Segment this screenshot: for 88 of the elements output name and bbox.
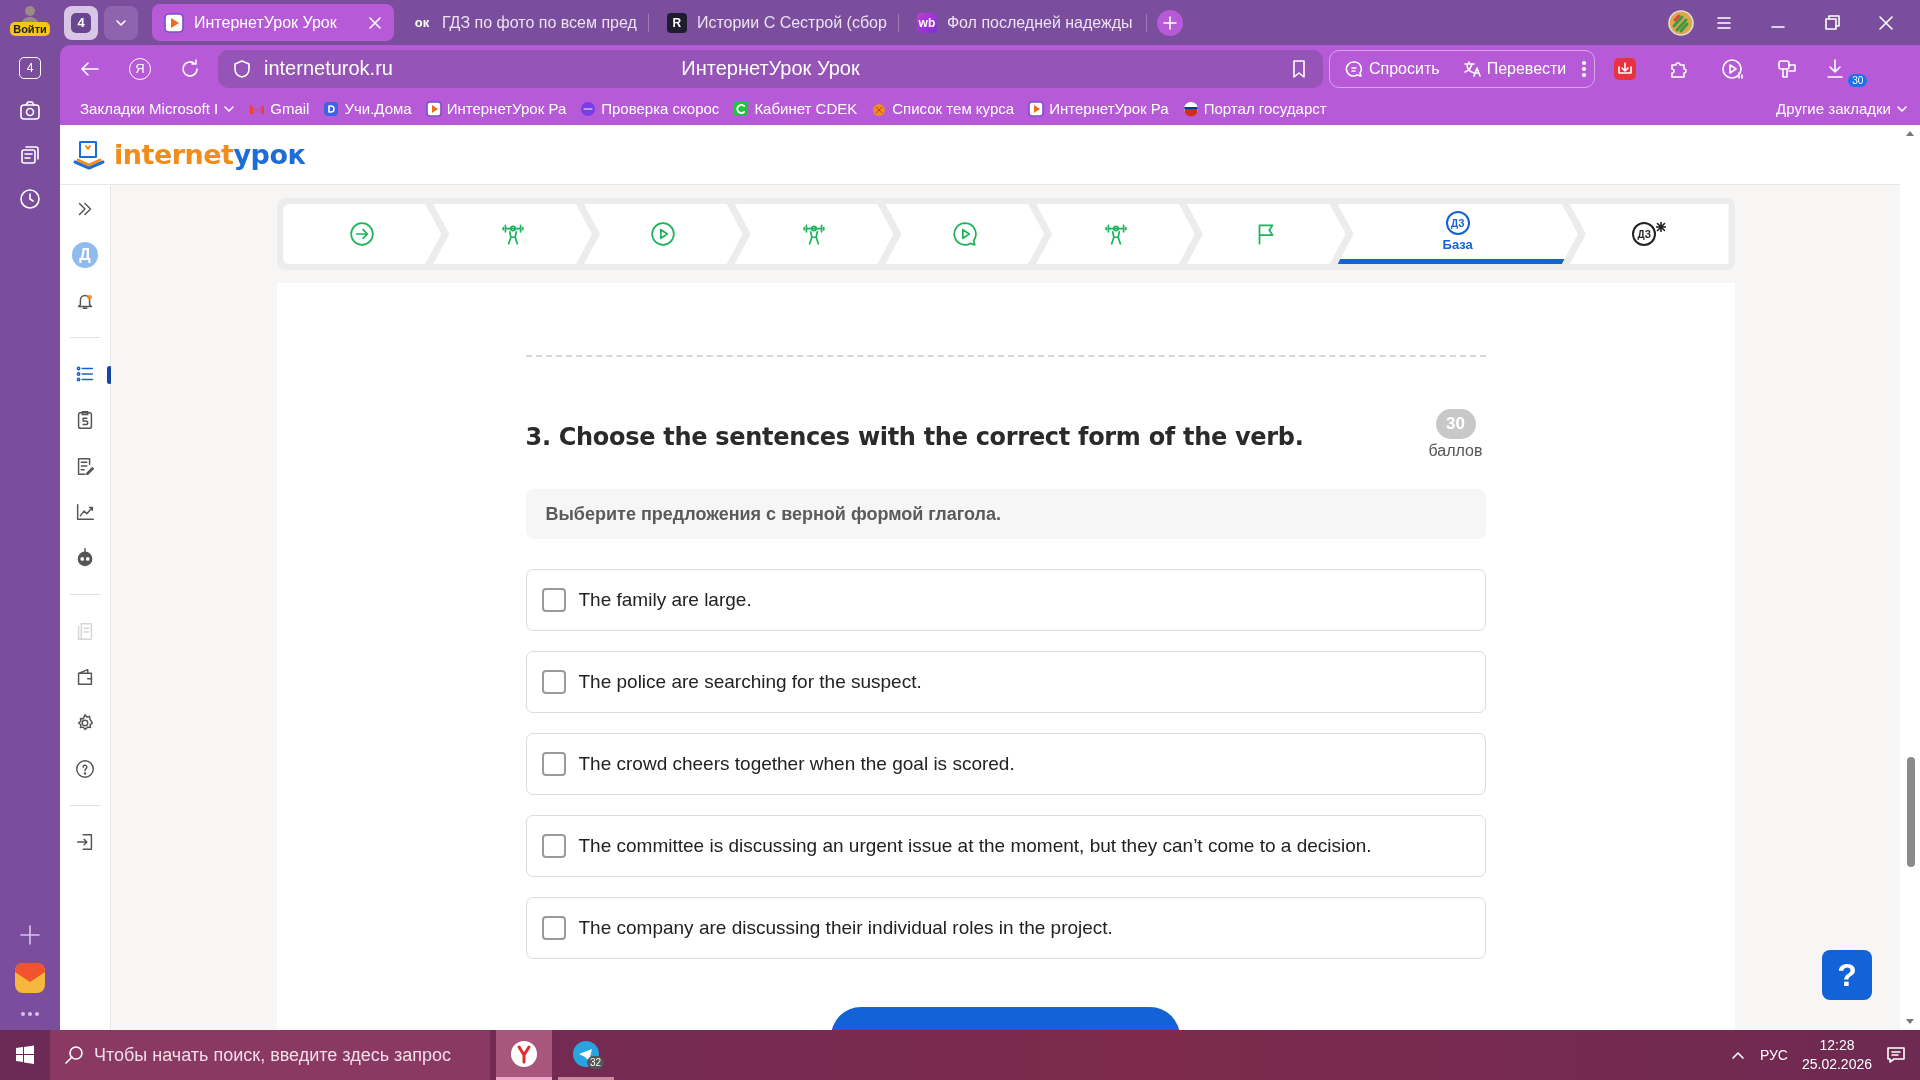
more-icon[interactable] (19, 1010, 41, 1018)
scrollbar-thumb[interactable] (1907, 757, 1915, 867)
checkbox[interactable] (541, 752, 566, 776)
tabs-menu-button[interactable] (104, 5, 138, 40)
new-tab-button[interactable] (1156, 9, 1183, 36)
taskbar-search-field[interactable]: Чтобы начать поиск, введите здесь запрос (50, 1030, 490, 1080)
site-logo[interactable]: internetурок (114, 139, 306, 170)
chart-icon[interactable] (74, 501, 96, 523)
checkbox[interactable] (541, 834, 566, 858)
reload-icon[interactable] (179, 57, 201, 80)
bookmark-folder[interactable]: Другие закладки (1776, 100, 1908, 117)
download-app-icon[interactable] (1613, 56, 1638, 81)
checkbox[interactable] (541, 916, 566, 940)
play-icon (425, 100, 442, 117)
play-icon (164, 12, 184, 33)
collections-icon[interactable] (18, 143, 42, 167)
bookmark[interactable]: Проверка скорос (580, 100, 720, 117)
site-logo: R (666, 12, 687, 33)
mail-icon[interactable] (14, 962, 46, 994)
restore-icon[interactable] (1822, 12, 1842, 33)
answer-option[interactable]: The police are searching for the suspect. (525, 651, 1486, 713)
bookmark[interactable]: Список тем курса (871, 100, 1015, 117)
answer-option[interactable]: The committee is discussing an urgent issue at the moment, but they can’t come to a decision. (525, 815, 1486, 877)
chat-play-icon (951, 221, 978, 247)
ask-button[interactable]: Спросить (1334, 53, 1450, 84)
browser-app-icon[interactable] (510, 1039, 538, 1068)
checkbox[interactable] (541, 588, 566, 612)
clock-icon[interactable] (18, 187, 42, 211)
letter-logo-icon (323, 100, 340, 117)
address-bar[interactable]: interneturok.ru ИнтернетУрок Урок (218, 49, 1323, 88)
instruction-text: Выберите предложения с верной формой глагола. (525, 489, 1486, 539)
notification-icon[interactable] (1886, 1045, 1906, 1065)
help-icon[interactable] (74, 758, 96, 780)
bookmark[interactable]: Закладки Microsoft I (80, 100, 236, 117)
language-indicator[interactable]: РУС (1759, 1047, 1788, 1063)
play-circle-icon (650, 221, 677, 247)
browser-tab[interactable]: wb Фол последней надежды (904, 4, 1147, 41)
lesson-step[interactable]: ДЗ (1569, 204, 1729, 264)
chat-sparkle-icon (1344, 58, 1364, 79)
weightlifter-icon (801, 221, 828, 247)
login-label[interactable]: Войти (10, 22, 50, 36)
site-logo: ок (413, 14, 431, 32)
lesson-step[interactable]: ДЗ База (1337, 204, 1578, 264)
browser-tab[interactable]: R Истории С Сестрой (сбор (654, 4, 899, 41)
bookmark[interactable]: ИнтернетУрок Ра (1028, 100, 1169, 117)
search-icon (64, 1045, 84, 1065)
camera-icon[interactable] (18, 99, 42, 123)
checkbox[interactable] (541, 670, 566, 694)
browser-tab[interactable]: ИнтернетУрок Урок (152, 4, 394, 41)
plus-icon (1162, 15, 1177, 30)
scroll-down-icon[interactable] (1905, 1018, 1915, 1026)
clock[interactable]: 12:28 25.02.2026 (1801, 1036, 1872, 1074)
help-button[interactable]: ? (1822, 950, 1872, 1000)
address-text: interneturok.ru (264, 57, 393, 80)
flag-icon (1182, 100, 1199, 117)
bookmark[interactable]: Портал государст (1182, 100, 1327, 117)
browser-tab[interactable]: ок ГДЗ по фото по всем пред (400, 4, 649, 41)
site-logo: wb (916, 12, 937, 33)
bookmark[interactable]: ИнтернетУрок Ра (425, 100, 567, 117)
arrow-circle-icon (348, 221, 375, 247)
weightlifter-icon (1102, 221, 1129, 247)
answer-option[interactable]: The crowd cheers together when the goal is scored. (525, 733, 1486, 795)
speed-logo-icon (580, 100, 597, 117)
scroll-up-icon[interactable] (1905, 129, 1915, 137)
weightlifter-icon (499, 221, 526, 247)
play-circle-icon[interactable] (1721, 56, 1746, 81)
windows-icon[interactable] (15, 1045, 35, 1065)
bookmark[interactable]: Учи.Дома (323, 100, 412, 117)
translate-button[interactable]: Перевести (1451, 53, 1577, 84)
bookmark[interactable]: Кабинет CDEK (733, 100, 858, 117)
translate-icon (1461, 58, 1482, 79)
question-title: 3. Choose the sentences with the correct form of the verb. (525, 423, 1304, 451)
play-icon (1028, 100, 1045, 117)
plus-icon[interactable] (19, 924, 41, 946)
answer-option[interactable]: The family are large. (525, 569, 1486, 631)
page-title: ИнтернетУрок Урок (681, 57, 860, 79)
download-count-badge: 30 (1848, 73, 1868, 87)
profile-icon[interactable] (1668, 9, 1694, 36)
tab-count-button[interactable]: 4 (19, 57, 41, 79)
asterisk-icon (1656, 222, 1667, 232)
points-label: баллов (1428, 442, 1483, 460)
letter-logo-icon (733, 100, 750, 117)
answer-option[interactable]: The company are discussing their individual roles in the project. (525, 897, 1486, 959)
shield-icon (232, 58, 252, 79)
close-icon[interactable] (368, 15, 382, 30)
bookmark[interactable]: Gmail (249, 100, 310, 117)
paper-plane-app-icon[interactable] (572, 1039, 600, 1068)
tab-groups-button[interactable]: 4 (64, 5, 98, 40)
